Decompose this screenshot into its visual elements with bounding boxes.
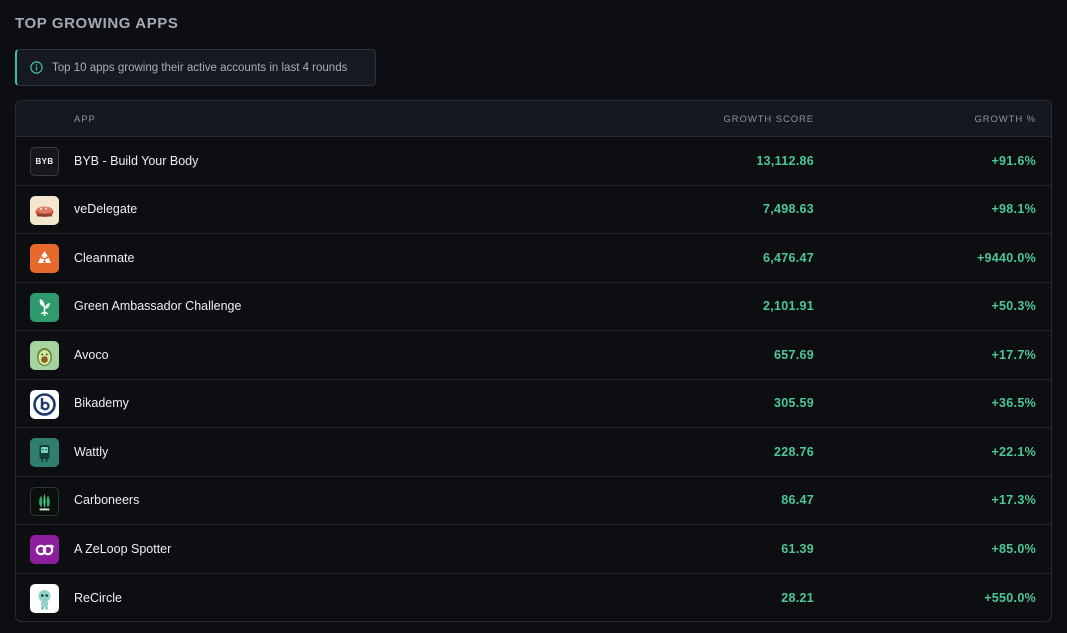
table-row[interactable]: BYB BYB - Build Your Body 13,112.86 +91.… [16, 137, 1051, 186]
app-name[interactable]: veDelegate [74, 202, 137, 216]
growth-percent: +17.3% [991, 493, 1036, 508]
info-text: Top 10 apps growing their active account… [52, 61, 348, 74]
growth-score: 28.21 [781, 590, 814, 605]
table-row[interactable]: Carboneers 86.47 +17.3% [16, 477, 1051, 525]
cleanmate-recycle-logo-icon [30, 244, 59, 273]
growth-percent: +9440.0% [976, 250, 1036, 265]
growth-percent: +550.0% [984, 590, 1036, 605]
table-row[interactable]: Green Ambassador Challenge 2,101.91 +50.… [16, 283, 1051, 331]
growth-score: 7,498.63 [762, 202, 814, 217]
growth-percent: +98.1% [991, 202, 1036, 217]
table-row[interactable]: Cleanmate 6,476.47 +9440.0% [16, 234, 1051, 283]
avocado-logo-icon [30, 341, 59, 370]
app-name[interactable]: ReCircle [74, 591, 122, 605]
vedelegate-logo-icon [30, 195, 59, 225]
green-ambassador-leaf-logo-icon [30, 292, 59, 322]
recircle-mascot-logo-icon [30, 583, 59, 613]
table-header: APP GROWTH SCORE GROWTH % [16, 101, 1051, 137]
app-name[interactable]: Carboneers [74, 493, 139, 507]
growth-score: 228.76 [773, 444, 814, 459]
apps-table: APP GROWTH SCORE GROWTH % BYB BYB - Buil… [15, 100, 1052, 622]
column-header-growth-percent[interactable]: GROWTH % [974, 114, 1036, 125]
growth-score: 305.59 [773, 396, 814, 411]
byb-logo-icon: BYB [30, 147, 59, 176]
table-row[interactable]: Avoco 657.69 +17.7% [16, 331, 1051, 380]
growth-percent: +50.3% [991, 299, 1036, 314]
growth-score: 657.69 [773, 347, 814, 362]
table-row[interactable]: Bikademy 305.59 +36.5% [16, 380, 1051, 428]
table-row[interactable]: ReCircle 28.21 +550.0% [16, 574, 1051, 622]
page-title: TOP GROWING APPS [15, 15, 179, 32]
app-name[interactable]: Avoco [74, 348, 109, 362]
growth-percent: +17.7% [991, 347, 1036, 362]
bikademy-logo-icon [30, 389, 59, 419]
info-icon [30, 61, 43, 74]
app-name[interactable]: Wattly [74, 445, 108, 459]
app-name[interactable]: Bikademy [74, 396, 129, 410]
growth-percent: +91.6% [991, 153, 1036, 168]
info-banner: Top 10 apps growing their active account… [15, 49, 376, 86]
growth-score: 2,101.91 [762, 299, 814, 314]
growth-score: 86.47 [781, 493, 814, 508]
zeloop-logo-icon [30, 535, 59, 564]
app-name[interactable]: BYB - Build Your Body [74, 154, 198, 168]
page: TOP GROWING APPS Top 10 apps growing the… [0, 0, 1067, 633]
growth-percent: +36.5% [991, 396, 1036, 411]
growth-percent: +85.0% [991, 541, 1036, 556]
table-row[interactable]: A ZeLoop Spotter 61.39 +85.0% [16, 525, 1051, 574]
column-header-growth-score[interactable]: GROWTH SCORE [724, 114, 815, 125]
growth-score: 61.39 [781, 541, 814, 556]
app-name[interactable]: A ZeLoop Spotter [74, 542, 171, 556]
growth-score: 6,476.47 [762, 250, 814, 265]
growth-score: 13,112.86 [756, 153, 814, 168]
table-row[interactable]: veDelegate 7,498.63 +98.1% [16, 186, 1051, 234]
growth-percent: +22.1% [991, 444, 1036, 459]
wattly-logo-icon [30, 438, 59, 467]
table-row[interactable]: Wattly 228.76 +22.1% [16, 428, 1051, 477]
column-header-app[interactable]: APP [74, 114, 96, 125]
carboneers-logo-icon [30, 486, 59, 516]
app-name[interactable]: Cleanmate [74, 251, 134, 265]
app-name[interactable]: Green Ambassador Challenge [74, 299, 241, 313]
